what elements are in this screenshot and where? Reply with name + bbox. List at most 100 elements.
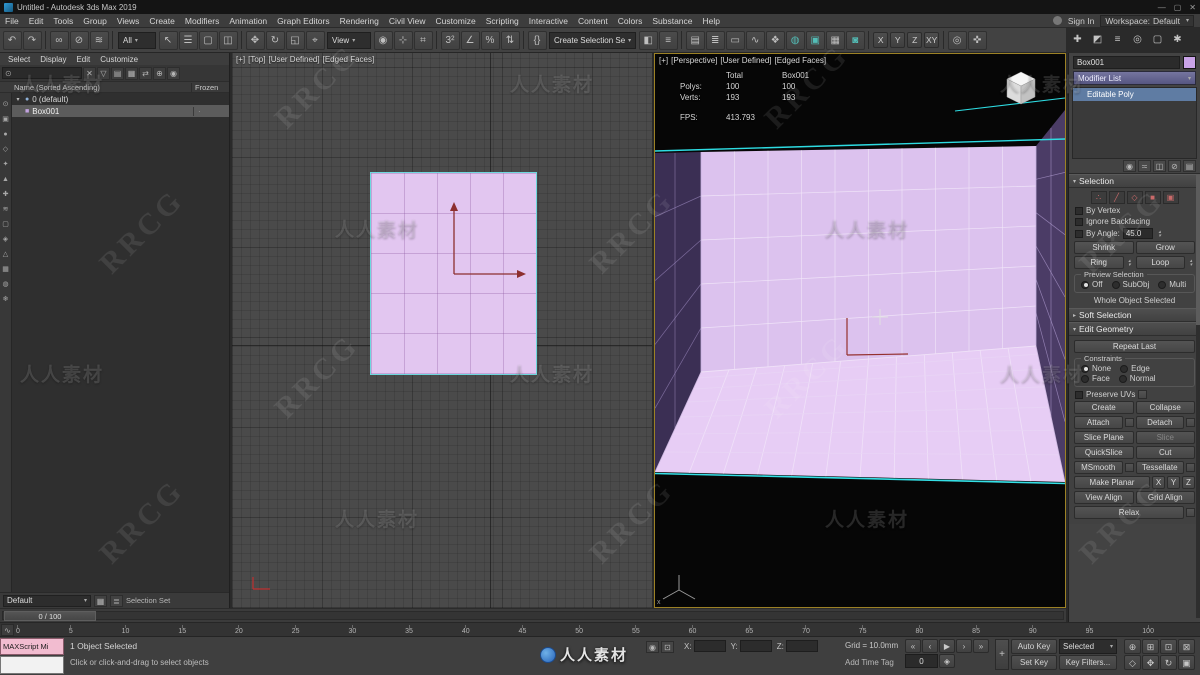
timeline-tick[interactable]: 90 bbox=[1029, 625, 1037, 636]
display-containers-icon[interactable]: ▦ bbox=[1, 264, 11, 276]
select-and-scale-icon[interactable]: ◱ bbox=[285, 30, 305, 50]
mirror-icon[interactable]: ◧ bbox=[638, 30, 658, 50]
object-row-box001[interactable]: ■ Box001 · bbox=[12, 105, 229, 117]
menu-item-rendering[interactable]: Rendering bbox=[335, 14, 384, 27]
viewport-user-defined-label[interactable]: [User Defined] bbox=[268, 55, 319, 64]
maximize-viewport-icon[interactable]: ▣ bbox=[1178, 655, 1195, 670]
close-button[interactable]: ✕ bbox=[1189, 3, 1196, 12]
zoom-all-icon[interactable]: ⊞ bbox=[1142, 639, 1159, 654]
viewport-layout-icon[interactable]: ✜ bbox=[967, 30, 987, 50]
timeline-tick[interactable]: 30 bbox=[348, 625, 356, 636]
configure-modifier-sets-icon[interactable]: ▤ bbox=[1183, 160, 1196, 172]
menu-item-civil-view[interactable]: Civil View bbox=[384, 14, 431, 27]
menu-item-colors[interactable]: Colors bbox=[613, 14, 648, 27]
time-slider[interactable]: 0 / 100 bbox=[0, 608, 1066, 622]
toggle-ribbon-icon[interactable]: ▭ bbox=[725, 30, 745, 50]
viewport-pov-label[interactable]: [Top] bbox=[248, 55, 265, 64]
spinner-down-icon[interactable]: ▾ bbox=[1156, 233, 1164, 238]
preserve-uvs-checkbox[interactable] bbox=[1075, 390, 1083, 399]
display-bones-icon[interactable]: △ bbox=[1, 249, 11, 261]
viewport-shading-label[interactable]: [Edged Faces] bbox=[323, 55, 375, 64]
command-panel-scrollbar[interactable] bbox=[1196, 175, 1200, 618]
rollout-selection-header[interactable]: ▾ Selection bbox=[1069, 174, 1200, 188]
by-angle-checkbox[interactable] bbox=[1075, 229, 1083, 238]
timeline-tick[interactable]: 60 bbox=[689, 625, 696, 636]
explorer-menu-edit[interactable]: Edit bbox=[72, 53, 94, 65]
viewport-shading-label[interactable]: [Edged Faces] bbox=[775, 56, 827, 65]
planar-z-button[interactable]: Z bbox=[1182, 476, 1195, 489]
display-children-icon[interactable]: ▤ bbox=[111, 66, 124, 80]
redo-icon[interactable]: ↷ bbox=[22, 30, 42, 50]
schematic-view-icon[interactable]: ❖ bbox=[765, 30, 785, 50]
selection-set-dropdown[interactable]: Default ▾ bbox=[3, 594, 91, 607]
timeline-tick[interactable]: 50 bbox=[575, 625, 583, 636]
menu-item-tools[interactable]: Tools bbox=[48, 14, 78, 27]
y-coordinate-field[interactable] bbox=[739, 640, 772, 652]
loop-spinner[interactable]: ▴ ▾ bbox=[1187, 258, 1195, 267]
explorer-menu-display[interactable]: Display bbox=[36, 53, 70, 65]
preview-subobj-radio[interactable] bbox=[1111, 280, 1120, 289]
time-slider-handle[interactable]: 0 / 100 bbox=[4, 611, 96, 621]
timeline-tick[interactable]: 35 bbox=[405, 625, 413, 636]
render-setup-icon[interactable]: ▣ bbox=[805, 30, 825, 50]
viewport-perspective[interactable]: x [+] [Perspective] [User Defined] [Edge… bbox=[654, 53, 1066, 608]
track-bar[interactable]: ∿ 0 5 10 15 20 25 30 35 40 45 50 55 60 65 70 75 80 85 90 95… bbox=[0, 622, 1200, 636]
filter-combinations-icon[interactable]: ▽ bbox=[97, 66, 110, 80]
distant-box-object[interactable] bbox=[1006, 71, 1036, 105]
modifier-list-dropdown[interactable]: Modifier List ▾ bbox=[1073, 71, 1196, 85]
timeline-tick[interactable]: 40 bbox=[462, 625, 470, 636]
constraint-edge-radio[interactable] bbox=[1120, 364, 1129, 373]
preserve-uvs-settings-button[interactable] bbox=[1138, 390, 1148, 399]
unlink-selection-icon[interactable]: ⊘ bbox=[69, 30, 89, 50]
percent-snap-icon[interactable]: % bbox=[480, 30, 500, 50]
menu-item-interactive[interactable]: Interactive bbox=[524, 14, 573, 27]
display-lights-icon[interactable]: ✦ bbox=[1, 159, 11, 171]
remove-modifier-icon[interactable]: ⊘ bbox=[1168, 160, 1181, 172]
planar-y-button[interactable]: Y bbox=[1167, 476, 1180, 489]
display-all-icon[interactable]: ▣ bbox=[1, 114, 11, 126]
rollout-edit-geometry-header[interactable]: ▾ Edit Geometry bbox=[1069, 322, 1200, 336]
selection-filter-dropdown[interactable]: All ▾ bbox=[118, 31, 156, 49]
explorer-menu-customize[interactable]: Customize bbox=[96, 53, 142, 65]
selected-filter-dropdown[interactable]: Selected ▾ bbox=[1059, 639, 1117, 654]
keyboard-override-icon[interactable]: ⌗ bbox=[413, 30, 433, 50]
select-and-place-icon[interactable]: ⌖ bbox=[305, 30, 325, 50]
edit-selection-set-icon[interactable]: ▦ bbox=[94, 594, 107, 607]
viewport-user-defined-label[interactable]: [User Defined] bbox=[720, 56, 771, 65]
clear-filter-icon[interactable]: ✕ bbox=[83, 66, 96, 80]
go-to-start-button[interactable]: « bbox=[905, 639, 921, 653]
preview-multi-radio[interactable] bbox=[1158, 280, 1167, 289]
snaps-toggle-icon[interactable]: 3² bbox=[440, 30, 460, 50]
ignore-backfacing-checkbox[interactable] bbox=[1075, 217, 1083, 226]
msmooth-button[interactable]: MSmooth bbox=[1074, 461, 1123, 474]
menu-item-views[interactable]: Views bbox=[112, 14, 145, 27]
planar-x-button[interactable]: X bbox=[1152, 476, 1165, 489]
previous-frame-button[interactable]: ‹ bbox=[922, 639, 938, 653]
loop-button[interactable]: Loop bbox=[1135, 256, 1185, 269]
rendered-frame-icon[interactable]: ▦ bbox=[825, 30, 845, 50]
tessellate-settings-button[interactable] bbox=[1186, 463, 1195, 472]
cut-button[interactable]: Cut bbox=[1135, 446, 1195, 459]
named-selection-dropdown[interactable]: Create Selection Se ▾ bbox=[549, 31, 637, 49]
ring-spinner[interactable]: ▴ ▾ bbox=[1126, 258, 1134, 267]
display-space-warps-icon[interactable]: ≋ bbox=[1, 204, 11, 216]
menu-item-customize[interactable]: Customize bbox=[431, 14, 481, 27]
scrollbar-thumb[interactable] bbox=[1196, 175, 1200, 325]
tab-create[interactable]: ✚ bbox=[1070, 33, 1085, 48]
display-influences-icon[interactable]: ▦ bbox=[125, 66, 138, 80]
lock-cell-editing-icon[interactable]: ◉ bbox=[167, 66, 180, 80]
selection-set-list-icon[interactable]: ≣ bbox=[110, 594, 123, 607]
menu-item-file[interactable]: File bbox=[0, 14, 24, 27]
spinner-down-icon[interactable]: ▾ bbox=[1126, 262, 1134, 267]
align-icon[interactable]: ≡ bbox=[658, 30, 678, 50]
workspace-selector[interactable]: Workspace: Default ▾ bbox=[1100, 14, 1194, 27]
display-xrefs-icon[interactable]: ◈ bbox=[1, 234, 11, 246]
column-header-name[interactable]: Name (Sorted Ascending) bbox=[0, 83, 191, 92]
object-color-swatch[interactable] bbox=[1183, 56, 1196, 69]
object-name-field[interactable]: Box001 bbox=[1073, 56, 1180, 69]
spinner-down-icon[interactable]: ▾ bbox=[1187, 262, 1195, 267]
timeline-tick[interactable]: 75 bbox=[859, 625, 867, 636]
edit-named-selections-icon[interactable]: {} bbox=[527, 30, 547, 50]
next-frame-button[interactable]: › bbox=[956, 639, 972, 653]
zoom-extents-icon[interactable]: ⊡ bbox=[1160, 639, 1177, 654]
